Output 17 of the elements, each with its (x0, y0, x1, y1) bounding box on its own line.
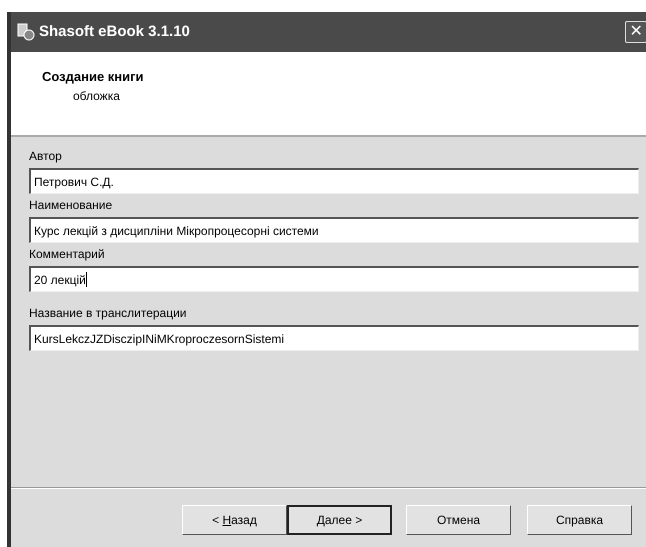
input-field[interactable]: Петрович С.Д. (29, 168, 639, 194)
header-title: Создание книги (42, 68, 145, 86)
field-label: Наименование (29, 197, 114, 214)
dialog-button[interactable]: Справка (527, 505, 632, 535)
close-button[interactable]: ✕ (625, 21, 646, 43)
app-icon (17, 23, 35, 41)
input-field[interactable]: KursLekczJZDisczipINiMKroproczesornSistemi (29, 325, 639, 351)
input-field[interactable]: Курс лекцій з дисципліни Мікропроцесорні системи (29, 217, 639, 243)
dialog-button[interactable]: Отмена (406, 505, 511, 535)
dialog-button[interactable]: Далее > (287, 505, 392, 535)
field-label: Автор (29, 148, 63, 165)
field-label: Комментарий (29, 246, 106, 263)
field-label: Название в транслитерации (29, 305, 188, 322)
window-title: Shasoft eBook 3.1.10 (39, 22, 190, 42)
dialog-button[interactable]: < Назад (182, 505, 287, 535)
input-field[interactable]: 20 лекцій (29, 266, 639, 292)
header-subtitle: обложка (73, 88, 121, 104)
